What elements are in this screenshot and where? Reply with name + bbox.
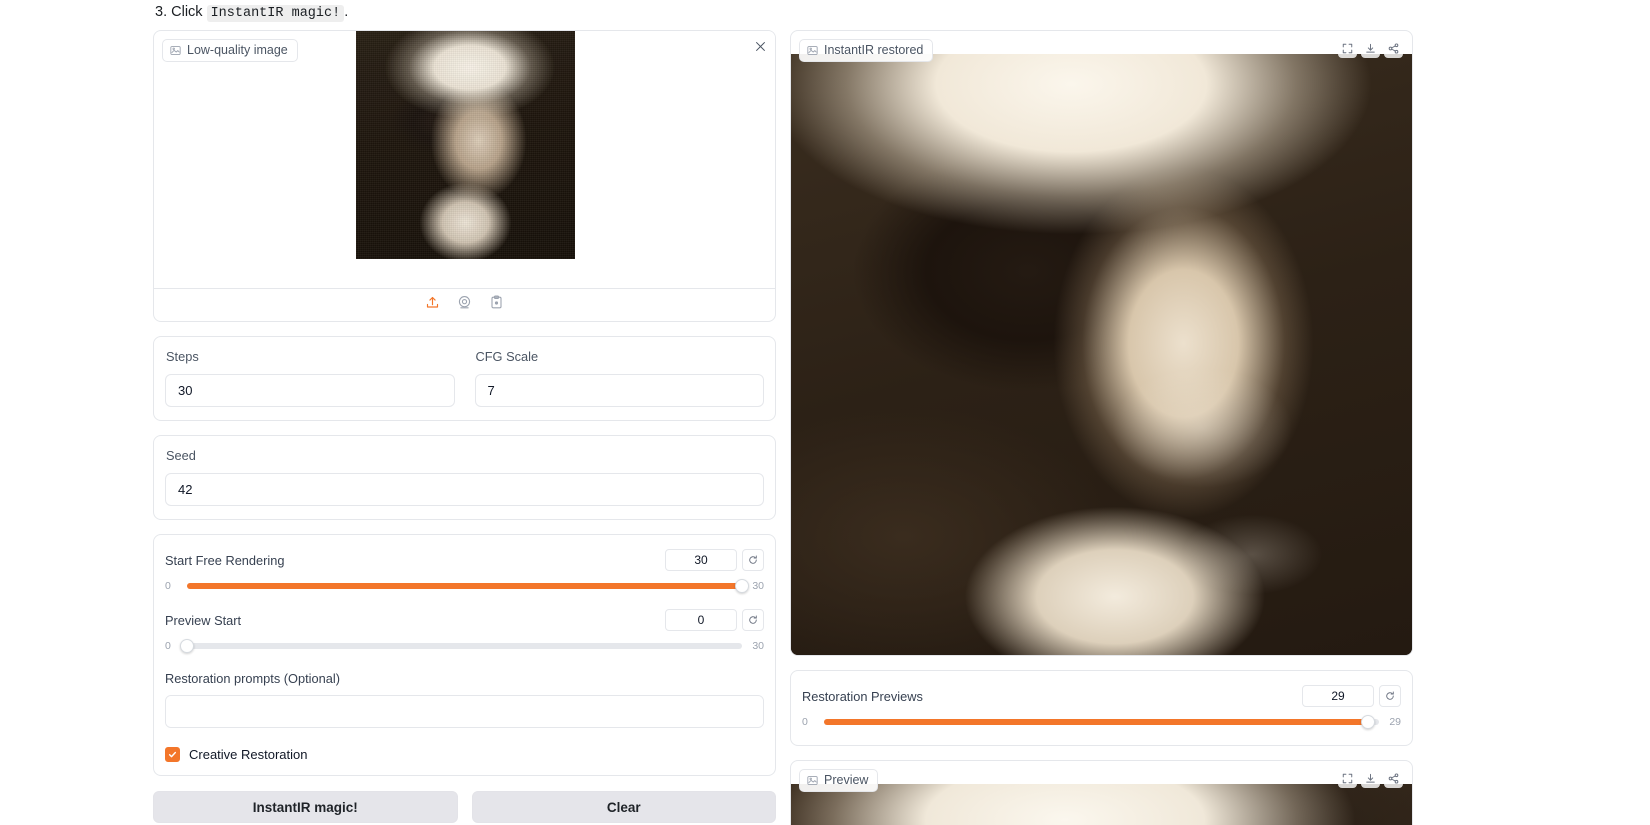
restoration-previews-max: 29: [1387, 716, 1401, 728]
fullscreen-icon[interactable]: [1338, 769, 1357, 788]
preview-label: Preview: [824, 773, 868, 788]
creative-restoration-checkbox[interactable]: Creative Restoration: [165, 747, 764, 762]
start-free-rendering-track[interactable]: [187, 583, 742, 589]
seed-block: Seed: [153, 435, 776, 520]
low-quality-image-tag: Low-quality image: [162, 39, 298, 62]
step-period: .: [344, 4, 348, 20]
restoration-previews-value[interactable]: [1302, 685, 1374, 707]
share-icon[interactable]: [1384, 39, 1403, 58]
low-quality-image-panel[interactable]: Low-quality image: [153, 30, 776, 288]
share-icon[interactable]: [1384, 769, 1403, 788]
restoration-previews-track[interactable]: [824, 719, 1379, 725]
image-input-toolbar: [153, 288, 776, 322]
steps-field: Steps: [165, 349, 455, 407]
preview-start-min: 0: [165, 640, 179, 652]
action-buttons: InstantIR magic! Clear: [153, 791, 776, 823]
preview-image-tools: [1338, 769, 1403, 788]
preview-tag: Preview: [799, 769, 878, 792]
low-quality-image-label: Low-quality image: [187, 43, 288, 58]
webcam-icon[interactable]: [457, 295, 472, 315]
restoration-prompts-label: Restoration prompts (Optional): [165, 671, 764, 686]
preview-start-label: Preview Start: [165, 613, 241, 628]
start-free-rendering-label: Start Free Rendering: [165, 553, 285, 568]
download-icon[interactable]: [1361, 769, 1380, 788]
step-number: 3.: [155, 4, 167, 20]
upload-icon[interactable]: [425, 295, 440, 315]
start-free-rendering-max: 30: [750, 580, 764, 592]
restoration-previews-label: Restoration Previews: [802, 689, 923, 704]
restoration-prompts-input[interactable]: [165, 695, 764, 728]
seed-input[interactable]: [165, 473, 764, 506]
cfg-scale-label: CFG Scale: [476, 349, 765, 365]
restoration-previews-block: Restoration Previews 0: [790, 670, 1413, 746]
instantir-restored-tag: InstantIR restored: [799, 39, 933, 62]
creative-restoration-label: Creative Restoration: [189, 747, 308, 762]
preview-photo: [791, 784, 1413, 825]
steps-input[interactable]: [165, 374, 455, 407]
checkmark-icon: [165, 747, 180, 762]
start-free-rendering-value[interactable]: [665, 549, 737, 571]
cfg-scale-field: CFG Scale: [475, 349, 765, 407]
fullscreen-icon[interactable]: [1338, 39, 1357, 58]
left-column: Low-quality image: [153, 30, 776, 823]
preview-panel: Preview: [790, 760, 1413, 825]
reset-icon[interactable]: [742, 609, 764, 631]
restored-photo: [791, 54, 1413, 656]
seed-label: Seed: [166, 448, 764, 464]
sampling-params-block: Steps CFG Scale: [153, 336, 776, 421]
restored-image-tools: [1338, 39, 1403, 58]
instantir-restored-panel: InstantIR restored: [790, 30, 1413, 656]
close-icon[interactable]: [745, 31, 775, 61]
step-code-label: InstantIR magic!: [207, 5, 345, 22]
restoration-previews-min: 0: [802, 716, 816, 728]
instantir-restored-label: InstantIR restored: [824, 43, 923, 58]
seed-field: Seed: [165, 448, 764, 506]
step-instruction: 3. Click InstantIR magic!.: [155, 3, 348, 23]
image-icon: [807, 775, 818, 786]
image-icon: [170, 45, 181, 56]
paste-icon[interactable]: [489, 295, 504, 315]
app-page: 3. Click InstantIR magic!. Low-quality i…: [0, 0, 1650, 825]
preview-start-slider[interactable]: Preview Start 0: [165, 607, 764, 657]
download-icon[interactable]: [1361, 39, 1380, 58]
restoration-previews-slider[interactable]: Restoration Previews 0: [802, 683, 1401, 733]
instantir-magic-button[interactable]: InstantIR magic!: [153, 791, 458, 823]
reset-icon[interactable]: [742, 549, 764, 571]
preview-start-track[interactable]: [187, 643, 742, 649]
start-free-rendering-slider[interactable]: Start Free Rendering 0: [165, 547, 764, 597]
image-icon: [807, 45, 818, 56]
steps-label: Steps: [166, 349, 455, 365]
clear-button[interactable]: Clear: [472, 791, 777, 823]
start-free-rendering-min: 0: [165, 580, 179, 592]
advanced-options-block: Start Free Rendering 0: [153, 534, 776, 776]
step-verb: Click: [171, 4, 202, 20]
right-column: InstantIR restored: [790, 30, 1413, 825]
preview-start-value[interactable]: [665, 609, 737, 631]
cfg-scale-input[interactable]: [475, 374, 765, 407]
preview-start-max: 30: [750, 640, 764, 652]
reset-icon[interactable]: [1379, 685, 1401, 707]
low-quality-photo: [356, 31, 575, 259]
